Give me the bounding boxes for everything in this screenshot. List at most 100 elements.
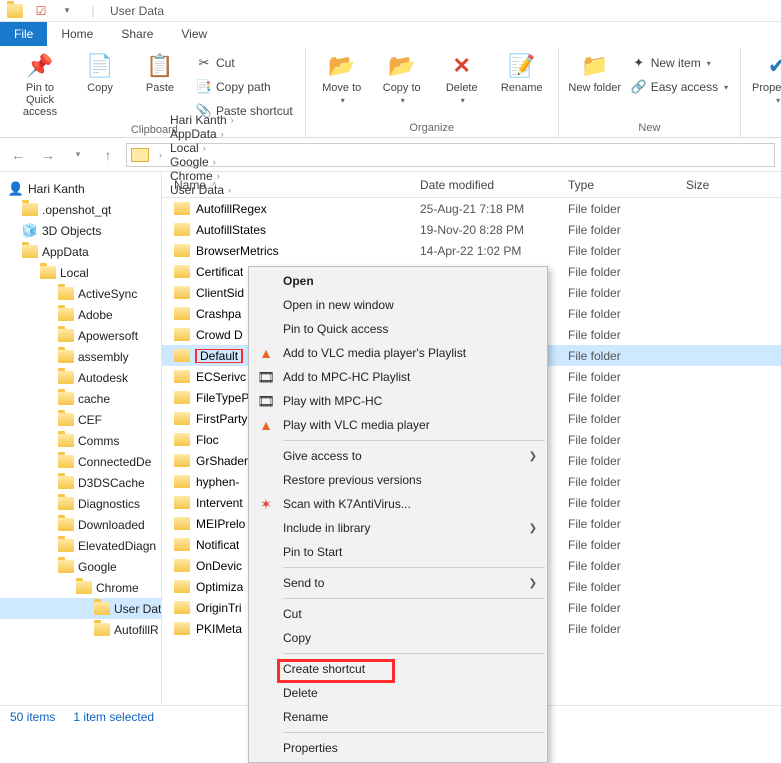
tree-item[interactable]: D3DSCache xyxy=(0,472,161,493)
tree-item[interactable]: AutofillR xyxy=(0,619,161,640)
ctx-properties[interactable]: Properties xyxy=(249,736,547,760)
delete-button[interactable]: ✕ Delete xyxy=(434,48,490,105)
tree-item[interactable]: Apowersoft xyxy=(0,325,161,346)
qat-properties-icon[interactable]: ☑ xyxy=(30,1,52,21)
tree-item-label: User Data xyxy=(114,602,161,616)
breadcrumb-bar[interactable]: › Hari Kanth›AppData›Local›Google›Chrome… xyxy=(126,143,775,167)
col-header-name[interactable]: Name˄ xyxy=(162,178,420,192)
file-type: File folder xyxy=(568,496,686,510)
tree-item[interactable]: Adobe xyxy=(0,304,161,325)
ctx-open-new-window[interactable]: Open in new window xyxy=(249,293,547,317)
paste-button[interactable]: 📋 Paste xyxy=(132,48,188,94)
tree-item[interactable]: 🧊3D Objects xyxy=(0,220,161,241)
col-header-date[interactable]: Date modified xyxy=(420,178,568,192)
tree-item[interactable]: Comms xyxy=(0,430,161,451)
tree-item[interactable]: 👤Hari Kanth xyxy=(0,178,161,199)
ctx-mpc-play[interactable]: 🎞Play with MPC-HC xyxy=(249,389,547,413)
tab-home[interactable]: Home xyxy=(47,22,107,46)
copy-button[interactable]: 📄 Copy xyxy=(72,48,128,94)
ctx-pin-start[interactable]: Pin to Start xyxy=(249,540,547,564)
tree-item-label: AppData xyxy=(42,245,89,259)
tree-item[interactable]: Chrome xyxy=(0,577,161,598)
ctx-create-shortcut[interactable]: Create shortcut xyxy=(249,657,547,681)
qat-dropdown-icon[interactable]: ▾ xyxy=(56,1,78,21)
tab-file[interactable]: File xyxy=(0,22,47,46)
ctx-vlc-play[interactable]: ▲Play with VLC media player xyxy=(249,413,547,437)
ctx-restore-versions[interactable]: Restore previous versions xyxy=(249,468,547,492)
tree-item[interactable]: Local xyxy=(0,262,161,283)
rename-button[interactable]: 📝 Rename xyxy=(494,48,550,94)
copy-to-button[interactable]: 📂 Copy to xyxy=(374,48,430,105)
nav-up-button[interactable]: ↑ xyxy=(96,143,120,167)
new-folder-icon: 📁 xyxy=(579,52,611,80)
tree-item[interactable]: Google xyxy=(0,556,161,577)
file-row[interactable]: AutofillRegex25-Aug-21 7:18 PMFile folde… xyxy=(162,198,781,219)
breadcrumb-segment[interactable]: AppData› xyxy=(168,127,240,141)
tree-item[interactable]: User Data xyxy=(0,598,161,619)
ctx-open[interactable]: Open xyxy=(249,269,547,293)
folder-icon xyxy=(174,391,190,404)
tree-item[interactable]: cache xyxy=(0,388,161,409)
breadcrumb-segment[interactable]: Local› xyxy=(168,141,240,155)
tree-item[interactable]: ConnectedDe xyxy=(0,451,161,472)
ctx-rename[interactable]: Rename xyxy=(249,705,547,729)
breadcrumb-segment[interactable]: Hari Kanth› xyxy=(168,113,240,127)
tree-item-label: Google xyxy=(78,560,117,574)
tree-item[interactable]: ElevatedDiagn xyxy=(0,535,161,556)
tree-item[interactable]: Diagnostics xyxy=(0,493,161,514)
ctx-mpc-playlist[interactable]: 🎞Add to MPC-HC Playlist xyxy=(249,365,547,389)
new-folder-button[interactable]: 📁 New folder xyxy=(567,48,623,94)
ctx-delete[interactable]: Delete xyxy=(249,681,547,705)
ctx-send-to[interactable]: Send to❯ xyxy=(249,571,547,595)
copy-path-button[interactable]: 📑Copy path xyxy=(192,76,297,98)
file-type: File folder xyxy=(568,412,686,426)
tab-share[interactable]: Share xyxy=(107,22,167,46)
tree-item[interactable]: .openshot_qt xyxy=(0,199,161,220)
col-header-type[interactable]: Type xyxy=(568,178,686,192)
ctx-separator xyxy=(283,567,545,568)
file-type: File folder xyxy=(568,307,686,321)
tree-item[interactable]: Downloaded xyxy=(0,514,161,535)
tree-item[interactable]: assembly xyxy=(0,346,161,367)
file-row[interactable]: BrowserMetrics14-Apr-22 1:02 PMFile fold… xyxy=(162,240,781,261)
folder-icon xyxy=(58,455,74,468)
ctx-give-access[interactable]: Give access to❯ xyxy=(249,444,547,468)
file-type: File folder xyxy=(568,265,686,279)
nav-forward-button[interactable]: → xyxy=(36,143,60,167)
nav-recent-dropdown[interactable]: ▾ xyxy=(66,143,90,167)
file-name: ClientSid xyxy=(196,286,244,300)
folder-icon xyxy=(174,412,190,425)
folder-icon xyxy=(58,476,74,489)
easy-access-button[interactable]: 🔗Easy access xyxy=(627,76,732,98)
tree-item-label: Downloaded xyxy=(78,518,145,532)
chevron-right-icon: ❯ xyxy=(529,523,537,534)
ctx-include-library[interactable]: Include in library❯ xyxy=(249,516,547,540)
location-icon xyxy=(131,148,149,162)
ctx-cut[interactable]: Cut xyxy=(249,602,547,626)
file-name: ECSerivc xyxy=(196,370,246,384)
nav-back-button[interactable]: ← xyxy=(6,143,30,167)
nav-tree[interactable]: 👤Hari Kanth.openshot_qt🧊3D Objects AppDat… xyxy=(0,172,162,705)
folder-icon xyxy=(4,1,26,21)
col-header-size[interactable]: Size xyxy=(686,178,746,192)
sort-indicator-icon: ˄ xyxy=(212,180,217,189)
breadcrumb-segment[interactable]: Google› xyxy=(168,155,240,169)
cut-button[interactable]: ✂Cut xyxy=(192,52,297,74)
file-row[interactable]: AutofillStates19-Nov-20 8:28 PMFile fold… xyxy=(162,219,781,240)
tree-item[interactable]: CEF xyxy=(0,409,161,430)
ctx-pin-quick-access[interactable]: Pin to Quick access xyxy=(249,317,547,341)
tree-item[interactable]: Autodesk xyxy=(0,367,161,388)
properties-button[interactable]: ✔ Properties xyxy=(749,48,781,105)
new-item-button[interactable]: ✦New item xyxy=(627,52,732,74)
move-to-button[interactable]: 📂 Move to xyxy=(314,48,370,105)
tab-view[interactable]: View xyxy=(167,22,221,46)
ribbon-tabs: File Home Share View xyxy=(0,22,781,46)
ctx-copy[interactable]: Copy xyxy=(249,626,547,650)
pin-to-quick-access-button[interactable]: 📌 Pin to Quick access xyxy=(12,48,68,118)
folder-icon xyxy=(58,518,74,531)
ctx-vlc-playlist[interactable]: ▲Add to VLC media player's Playlist xyxy=(249,341,547,365)
folder-icon xyxy=(174,307,190,320)
tree-item[interactable]: AppData xyxy=(0,241,161,262)
ctx-scan-antivirus[interactable]: ✶Scan with K7AntiVirus... xyxy=(249,492,547,516)
tree-item[interactable]: ActiveSync xyxy=(0,283,161,304)
